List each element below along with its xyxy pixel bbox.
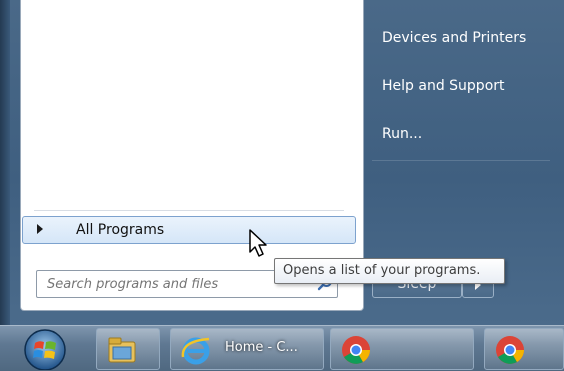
internet-explorer-icon [181, 337, 210, 365]
tooltip: Opens a list of your programs. [274, 258, 505, 284]
separator [372, 160, 550, 161]
taskbar-button-internet-explorer[interactable]: Home - C... [170, 328, 324, 370]
chrome-icon [496, 336, 524, 364]
taskbar-button-chrome[interactable] [484, 328, 564, 370]
start-button[interactable] [18, 327, 72, 370]
mouse-cursor-icon [249, 229, 267, 257]
run-item[interactable]: Run... [372, 116, 550, 152]
chrome-icon [342, 336, 370, 364]
file-explorer-icon [108, 337, 136, 363]
taskbar-button-chrome[interactable] [330, 328, 474, 370]
all-programs-label: All Programs [76, 222, 165, 238]
window-edge [0, 0, 10, 325]
search-input[interactable] [37, 271, 307, 297]
arrow-right-icon [37, 224, 43, 234]
help-and-support-item[interactable]: Help and Support [372, 68, 550, 104]
all-programs-button[interactable]: All Programs [22, 216, 356, 244]
separator [34, 210, 344, 211]
devices-and-printers-item[interactable]: Devices and Printers [372, 20, 550, 56]
taskbar-button-explorer[interactable] [96, 328, 160, 370]
taskbar-button-label: Home - C... [225, 340, 298, 355]
